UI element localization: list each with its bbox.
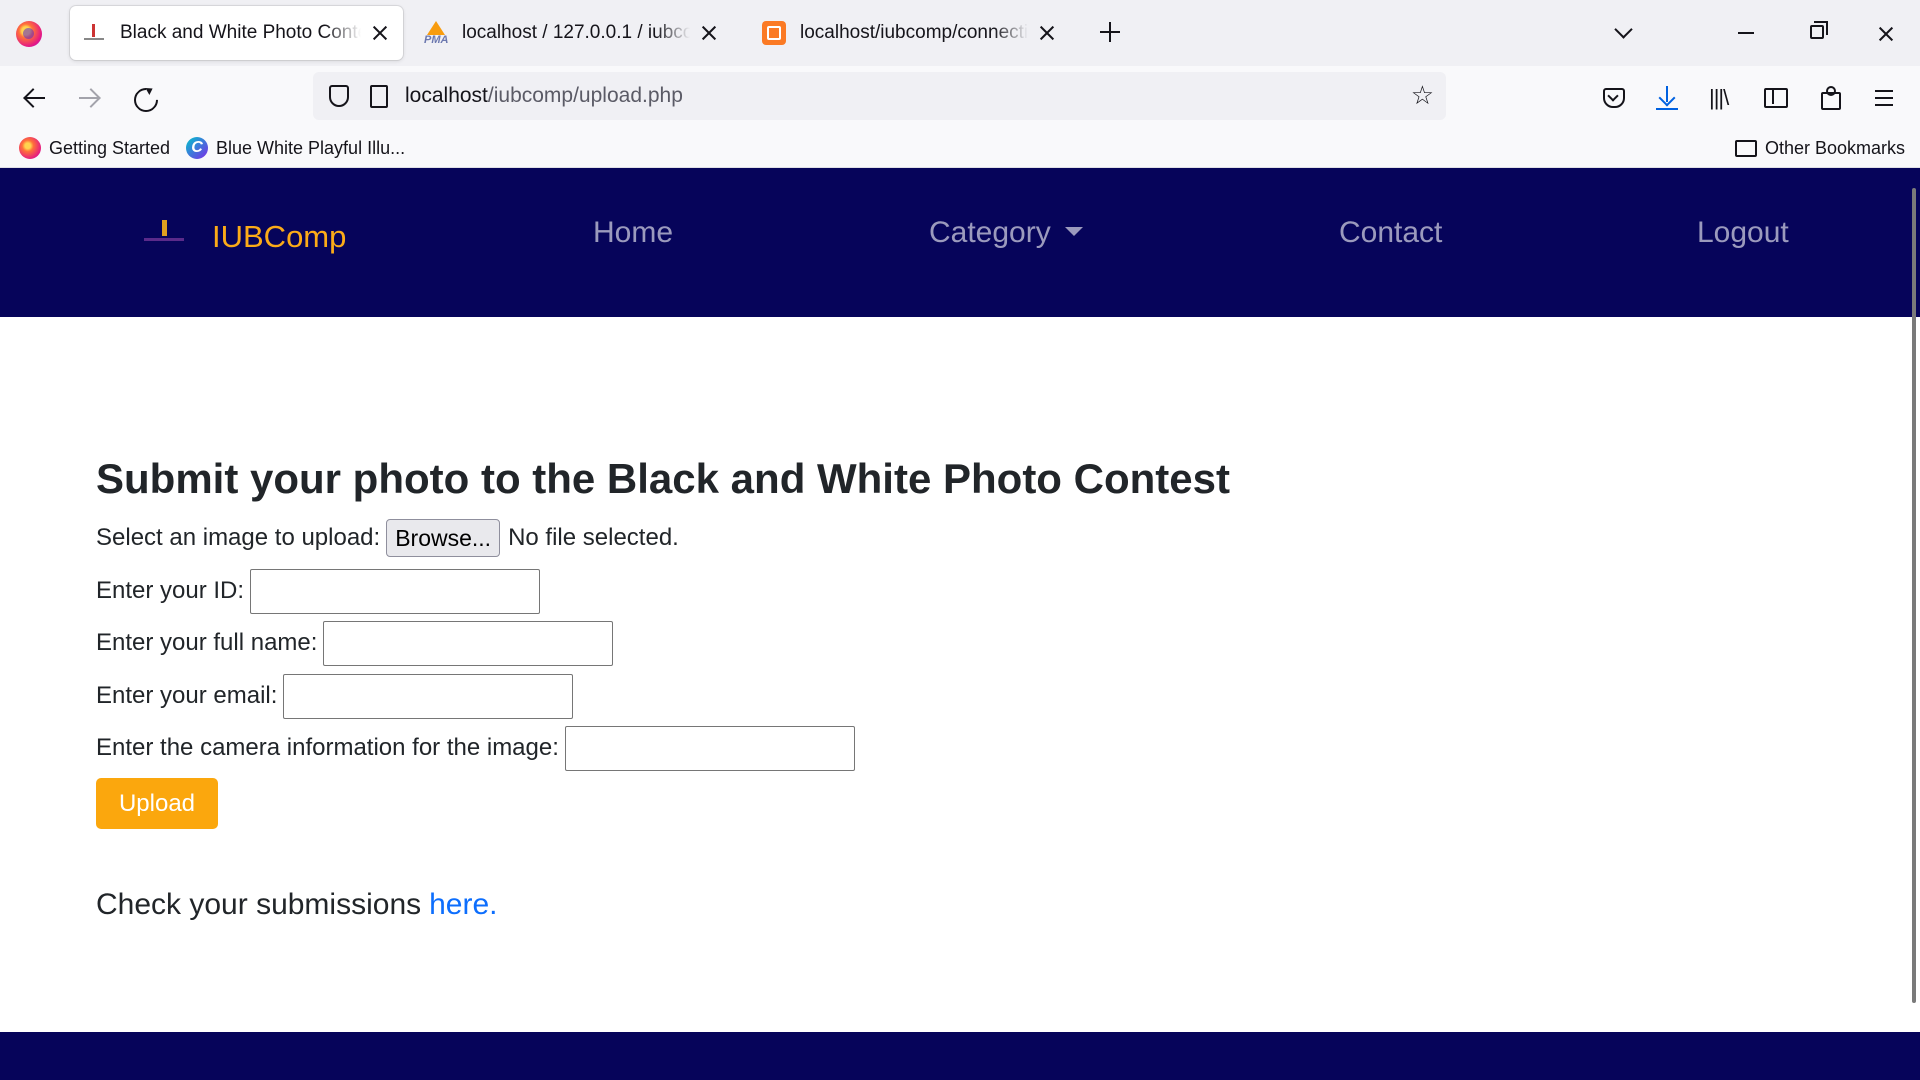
pocket-icon[interactable] (1600, 84, 1628, 112)
close-window-icon[interactable] (1874, 22, 1898, 46)
brand-name: IUBComp (212, 219, 347, 254)
bookmark-getting-started[interactable]: Getting Started (19, 128, 170, 168)
page-info-icon[interactable] (368, 83, 388, 109)
tab-title: Black and White Photo Contest (120, 22, 361, 43)
nav-home[interactable]: Home (593, 168, 673, 317)
site-navbar: IUBComp Home Category Contact Logout (0, 168, 1920, 317)
upload-button[interactable]: Upload (96, 778, 218, 829)
tab-connection[interactable]: localhost/iubcomp/connection.php (750, 6, 1070, 60)
xampp-favicon-icon (762, 21, 786, 45)
other-bookmarks-label: Other Bookmarks (1765, 137, 1906, 158)
file-label: Select an image to upload: (96, 524, 381, 551)
id-input[interactable] (250, 568, 541, 614)
bookmark-label: Blue White Playful Illu... (216, 137, 406, 158)
file-row: Select an image to upload: Browse... No … (96, 519, 679, 557)
firefox-icon (19, 137, 41, 159)
name-label: Enter your full name: (96, 629, 318, 656)
list-all-tabs-icon[interactable] (1612, 20, 1636, 44)
email-input[interactable] (283, 673, 574, 719)
camera-label: Enter the camera information for the ima… (96, 734, 559, 761)
site-footer (0, 1032, 1920, 1080)
reload-icon[interactable] (129, 83, 159, 113)
forward-icon[interactable] (74, 83, 104, 113)
bookmark-canva[interactable]: C Blue White Playful Illu... (186, 128, 405, 168)
restore-window-icon[interactable] (1810, 21, 1828, 39)
tracking-protection-icon[interactable] (325, 83, 351, 109)
submissions-line: Check your submissions here. (96, 888, 498, 922)
email-label: Enter your email: (96, 682, 278, 709)
id-label: Enter your ID: (96, 577, 245, 604)
close-tab-icon[interactable] (369, 22, 391, 44)
caret-down-icon (1064, 227, 1083, 236)
submissions-text: Check your submissions (96, 888, 422, 921)
camera-row: Enter the camera information for the ima… (96, 725, 855, 771)
nav-logout[interactable]: Logout (1697, 168, 1789, 317)
browse-button[interactable]: Browse... (386, 519, 501, 557)
nav-category-dropdown[interactable]: Category (929, 168, 1083, 317)
tab-photo-contest[interactable]: Black and White Photo Contest (70, 6, 403, 60)
folder-icon (1735, 139, 1757, 157)
navigation-toolbar: localhost/iubcomp/upload.php ☆ |||\ (0, 66, 1920, 128)
url-host: localhost (405, 84, 488, 107)
nav-category-label: Category (929, 216, 1051, 249)
file-status: No file selected. (508, 524, 679, 551)
tab-title: localhost / 127.0.0.1 / iubcomp (462, 22, 690, 43)
brand-link[interactable]: IUBComp (132, 216, 346, 258)
phpmyadmin-favicon-icon: PMA (424, 21, 449, 46)
app-menu-icon[interactable] (1871, 84, 1899, 112)
iub-logo-icon (132, 216, 198, 258)
firefox-view-icon[interactable] (16, 21, 42, 47)
page-title: Submit your photo to the Black and White… (96, 455, 1230, 502)
other-bookmarks[interactable]: Other Bookmarks (1735, 128, 1905, 168)
tab-strip: Black and White Photo Contest PMA localh… (0, 0, 1920, 66)
canva-icon: C (186, 137, 208, 159)
bookmark-label: Getting Started (49, 137, 171, 158)
sidebar-icon[interactable] (1762, 84, 1790, 112)
new-tab-icon[interactable] (1098, 20, 1122, 44)
page-scrollbar[interactable] (1912, 188, 1916, 1003)
contest-favicon-icon (82, 21, 106, 45)
tab-title: localhost/iubcomp/connection.php (800, 22, 1028, 43)
extensions-icon[interactable] (1817, 84, 1845, 112)
email-row: Enter your email: (96, 673, 574, 719)
name-row: Enter your full name: (96, 620, 614, 666)
url-path: /iubcomp/upload.php (487, 84, 683, 107)
address-bar[interactable]: localhost/iubcomp/upload.php ☆ (313, 72, 1446, 120)
nav-contact[interactable]: Contact (1339, 168, 1442, 317)
close-tab-icon[interactable] (1036, 22, 1058, 44)
library-icon[interactable]: |||\ (1709, 84, 1737, 112)
camera-info-input[interactable] (564, 725, 855, 771)
bookmarks-toolbar: Getting Started C Blue White Playful Ill… (0, 128, 1920, 168)
downloads-icon[interactable] (1653, 84, 1681, 112)
full-name-input[interactable] (323, 620, 614, 666)
back-icon[interactable] (20, 83, 50, 113)
close-tab-icon[interactable] (698, 22, 720, 44)
bookmark-star-icon[interactable]: ☆ (1411, 82, 1434, 110)
id-row: Enter your ID: (96, 568, 541, 614)
minimize-icon[interactable] (1738, 32, 1754, 34)
tab-phpmyadmin[interactable]: PMA localhost / 127.0.0.1 / iubcomp (412, 6, 732, 60)
pma-text: PMA (424, 34, 449, 46)
submissions-link[interactable]: here. (429, 888, 497, 921)
url-text[interactable]: localhost/iubcomp/upload.php (405, 72, 683, 120)
